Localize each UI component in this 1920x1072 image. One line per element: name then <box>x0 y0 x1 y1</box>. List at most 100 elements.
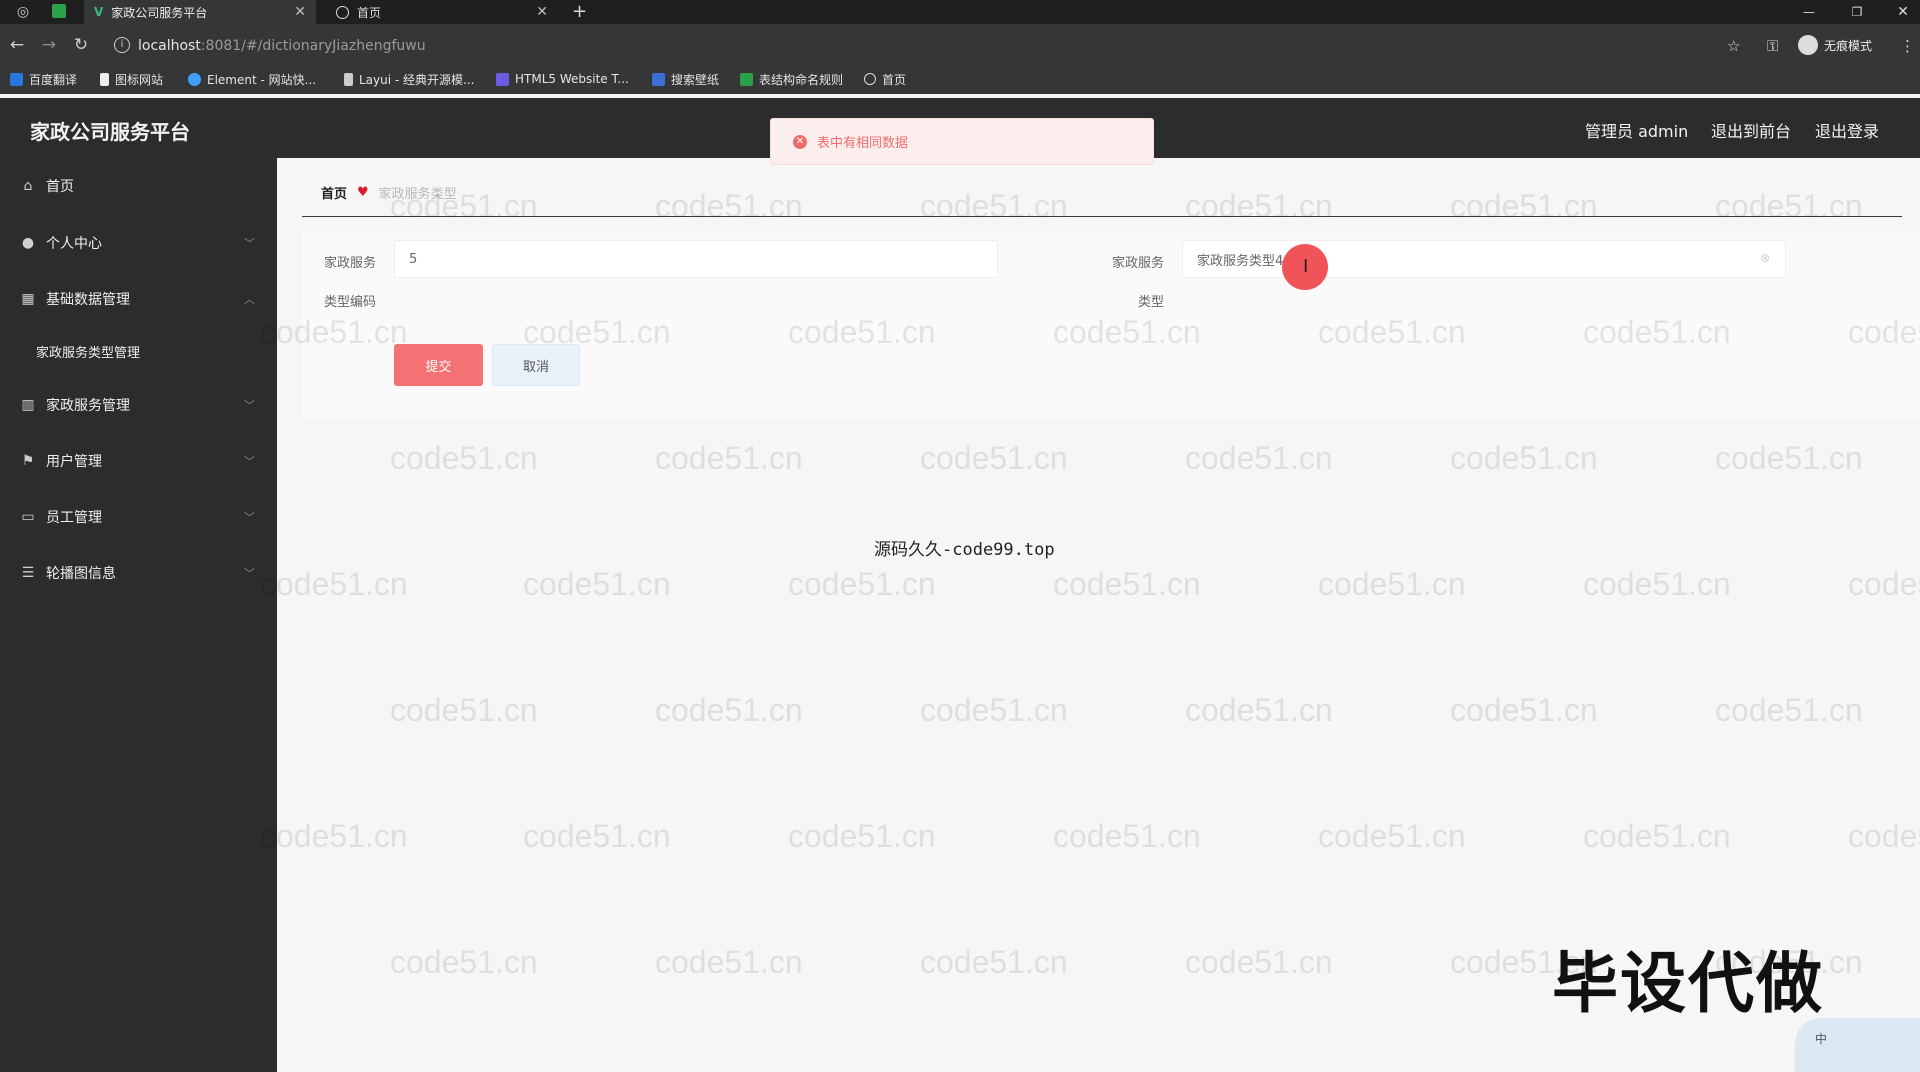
watermark-text: code51.cn <box>920 188 1068 224</box>
watermark-text: code51.cn <box>1185 692 1333 728</box>
bookmark-item[interactable]: Element - 网站快... <box>188 70 316 88</box>
sidebar-item-label: 轮播图信息 <box>46 566 116 582</box>
watermark-text: code51.cn <box>1053 566 1201 602</box>
watermark-text: code51.cn <box>1053 818 1201 854</box>
sidebar-item-service-manage[interactable]: ▥ 家政服务管理 ﹀ <box>0 385 277 425</box>
list-icon: ☰ <box>21 565 35 581</box>
incognito-label: 无痕模式 <box>1824 38 1873 53</box>
watermark-text: code51.cn <box>1185 188 1333 224</box>
service-code-input[interactable] <box>394 240 998 278</box>
chevron-down-icon: ﹀ <box>244 455 255 468</box>
back-to-front-link[interactable]: 退出到前台 <box>1711 118 1791 142</box>
forward-icon[interactable]: → <box>38 34 60 56</box>
tab-active[interactable]: V 家政公司服务平台 ✕ <box>84 0 316 24</box>
watermark-text: code51.cn <box>390 440 538 476</box>
watermark-text: code51.cn <box>1450 692 1598 728</box>
chevron-down-icon: ﹀ <box>244 511 255 524</box>
chart-icon: ▥ <box>21 397 35 413</box>
wallpaper-icon <box>652 72 665 86</box>
back-icon[interactable]: ← <box>6 34 28 56</box>
stamp-text: 毕设代做 <box>1552 945 1824 1022</box>
logout-link[interactable]: 退出登录 <box>1815 118 1879 142</box>
sidebar-item-label: 首页 <box>46 179 74 195</box>
app-favicon-icon <box>52 4 66 18</box>
submit-button[interactable]: 提交 <box>394 344 483 386</box>
sidebar-subitem-service-type[interactable]: 家政服务类型管理 <box>36 333 266 369</box>
bookmark-item[interactable]: 百度翻译 <box>10 70 77 88</box>
watermark-text: code51.cn <box>1318 566 1466 602</box>
sidebar-item-home[interactable]: ⌂ 首页 <box>0 166 277 206</box>
sidebar-item-users[interactable]: ⚑ 用户管理 ﹀ <box>0 441 277 481</box>
heart-icon: ♥ <box>357 185 369 200</box>
incognito-indicator[interactable]: 无痕模式 <box>1798 35 1872 55</box>
ime-widget: 中 <box>1795 1018 1920 1072</box>
watermark-text: code51.cn <box>1185 440 1333 476</box>
breadcrumb-divider <box>302 216 1902 217</box>
bookmark-label: HTML5 Website T... <box>515 72 629 86</box>
app-title: 家政公司服务平台 <box>30 120 190 144</box>
globe-icon: ◎ <box>16 4 30 20</box>
site-info-icon[interactable]: i <box>114 37 130 53</box>
globe-icon <box>864 73 876 85</box>
close-tab-icon[interactable]: ✕ <box>536 4 548 20</box>
watermark-text: code51.cn <box>655 692 803 728</box>
restore-icon[interactable]: ❐ <box>1838 0 1876 24</box>
globe-icon <box>336 5 349 19</box>
error-alert: ✕ 表中有相同数据 <box>770 118 1154 165</box>
bookmark-label: Element - 网站快... <box>207 72 317 87</box>
bookmark-item[interactable]: 搜索壁纸 <box>652 70 719 88</box>
close-tab-icon[interactable]: ✕ <box>294 4 306 20</box>
bookmark-item[interactable]: 图标网站 <box>100 70 163 88</box>
watermark-text: code51.cn <box>260 818 408 854</box>
card-icon: ▭ <box>21 509 35 525</box>
label-line: 家政服务 <box>1112 256 1165 271</box>
translate-icon <box>10 72 23 86</box>
home-icon: ⌂ <box>23 178 33 194</box>
bookmark-item[interactable]: HTML5 Website T... <box>496 70 629 88</box>
watermark-text: code51.cn <box>1715 440 1863 476</box>
grid-icon: ▦ <box>21 291 35 307</box>
url-field[interactable]: localhost:8081/#/dictionaryJiazhengfuwu <box>138 36 426 56</box>
breadcrumb-current: 家政服务类型 <box>378 187 457 202</box>
user-icon: ● <box>21 235 35 251</box>
minimize-icon[interactable]: — <box>1790 0 1828 24</box>
menu-dots-icon[interactable]: ⋮ <box>1900 37 1915 55</box>
chevron-up-icon: ︿ <box>244 293 255 306</box>
new-tab-button[interactable]: + <box>572 0 587 24</box>
bookmark-label: 表结构命名规则 <box>759 72 844 87</box>
incognito-icon <box>1798 35 1818 55</box>
breadcrumb-home[interactable]: 首页 <box>321 183 347 202</box>
close-window-icon[interactable]: ✕ <box>1884 0 1920 24</box>
clear-circle-icon[interactable]: ⊗ <box>1760 251 1770 265</box>
watermark-text: code51.cn <box>1848 566 1920 602</box>
admin-label: 管理员 admin <box>1585 122 1689 141</box>
watermark-text: code51.cn <box>390 944 538 980</box>
chevron-down-icon: ﹀ <box>244 237 255 250</box>
watermark-text: code51.cn <box>1450 188 1598 224</box>
watermark-text: code51.cn <box>920 692 1068 728</box>
watermark-text: code51.cn <box>920 944 1068 980</box>
service-type-input[interactable] <box>1182 240 1786 278</box>
bookmark-label: 图标网站 <box>115 72 164 87</box>
sidebar-item-staff[interactable]: ▭ 员工管理 ﹀ <box>0 497 277 537</box>
sidebar-subitem-label: 家政服务类型管理 <box>36 345 141 361</box>
bookmark-item[interactable]: 首页 <box>864 70 906 88</box>
center-caption: 源码久久-code99.top <box>874 540 1055 560</box>
error-circle-icon: ✕ <box>793 134 807 149</box>
breadcrumb: 首页 ♥ 家政服务类型 <box>321 183 457 202</box>
star-icon[interactable]: ☆ <box>1727 37 1740 55</box>
watermark-text: code51.cn <box>1318 818 1466 854</box>
sidebar-item-profile[interactable]: ● 个人中心 ﹀ <box>0 223 277 263</box>
text-cursor-icon: I <box>1303 256 1309 277</box>
key-icon[interactable]: ⚿ <box>1767 37 1778 55</box>
bookmark-item[interactable]: Layui - 经典开源模... <box>344 70 474 88</box>
sidebar-item-basic-data[interactable]: ▦ 基础数据管理 ︿ <box>0 279 277 319</box>
watermark-text: code51.cn <box>1848 818 1920 854</box>
cancel-button[interactable]: 取消 <box>492 344 580 386</box>
tab-home[interactable]: 首页 ✕ <box>326 0 558 24</box>
bookmark-item[interactable]: 表结构命名规则 <box>740 70 843 88</box>
element-icon <box>188 72 201 86</box>
reload-icon[interactable]: ↻ <box>70 34 92 56</box>
sidebar-item-carousel[interactable]: ☰ 轮播图信息 ﹀ <box>0 553 277 593</box>
watermark-text: code51.cn <box>655 944 803 980</box>
